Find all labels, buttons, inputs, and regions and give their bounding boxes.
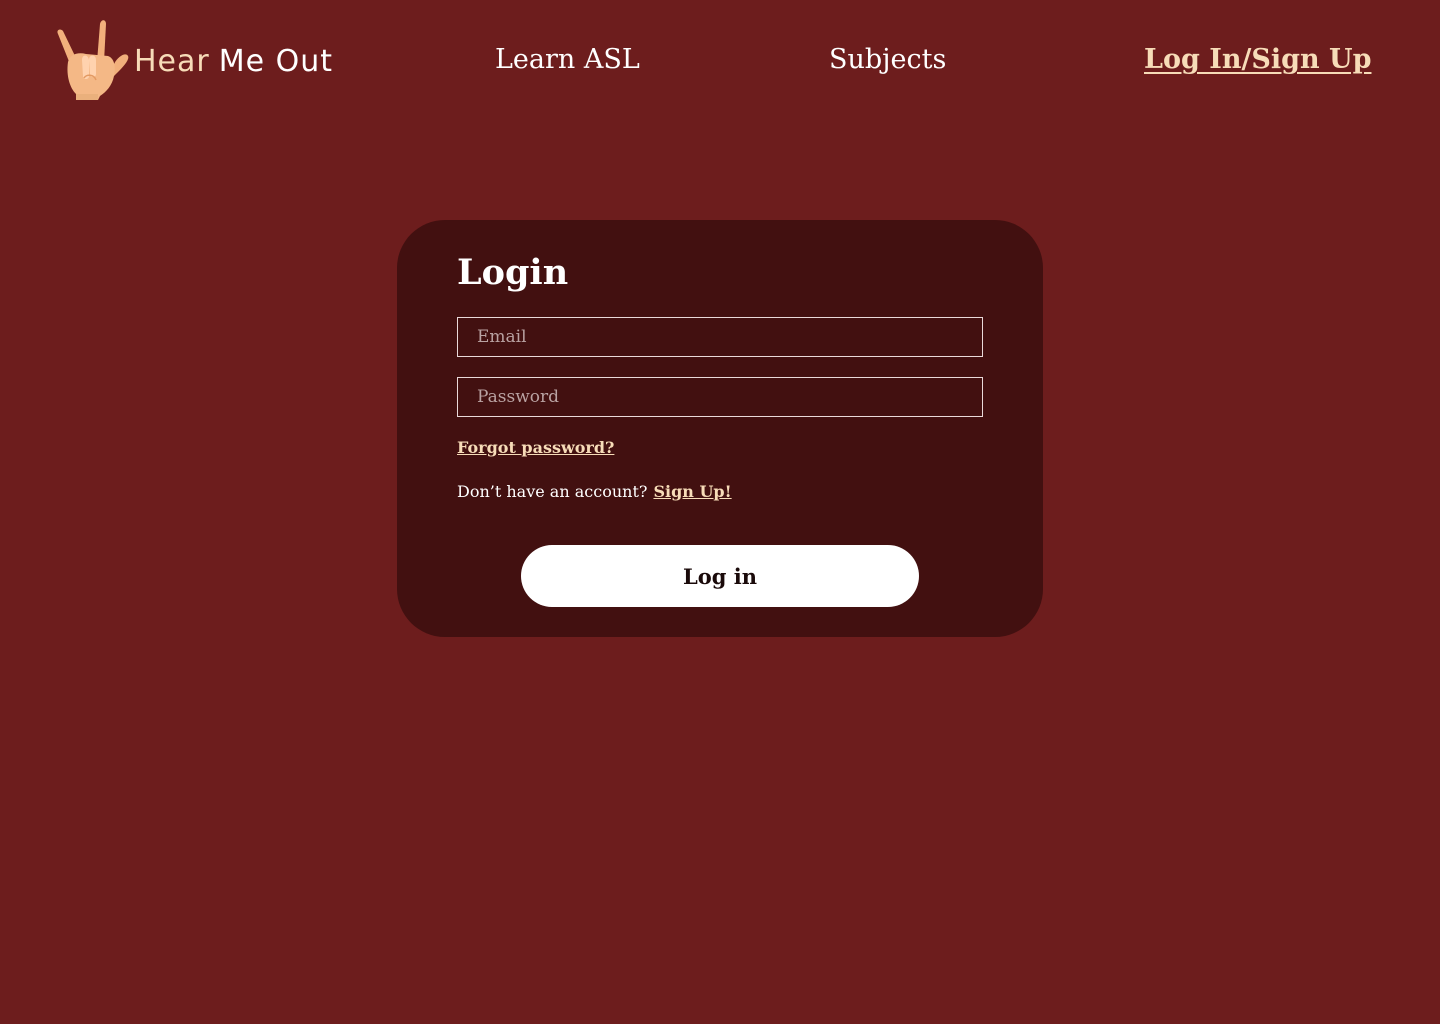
brand-name-part-hear: Hear xyxy=(134,43,210,79)
password-field[interactable] xyxy=(457,377,983,417)
no-account-prompt: Don’t have an account? xyxy=(457,482,648,501)
signup-link[interactable]: Sign Up! xyxy=(653,482,731,501)
brand-name-part-me-out: Me Out xyxy=(218,43,334,79)
login-card: Login Forgot password? Don’t have an acc… xyxy=(397,220,1043,637)
brand-name: Hear Me Out xyxy=(134,44,333,79)
nav-link-learn-asl[interactable]: Learn ASL xyxy=(495,40,640,80)
nav-link-login-signup[interactable]: Log In/Sign Up xyxy=(1144,40,1371,80)
sign-language-hand-icon xyxy=(57,20,129,100)
nav-link-subjects[interactable]: Subjects xyxy=(829,40,946,80)
brand-home-link[interactable]: Hear Me Out xyxy=(56,18,333,100)
top-navigation: Hear Me Out Learn ASL Subjects Log In/Sig… xyxy=(0,0,1440,120)
signup-row: Don’t have an account? Sign Up! xyxy=(457,480,732,504)
forgot-password-link[interactable]: Forgot password? xyxy=(457,436,614,460)
email-field[interactable] xyxy=(457,317,983,357)
log-in-button[interactable]: Log in xyxy=(521,545,919,607)
login-title: Login xyxy=(457,252,569,293)
